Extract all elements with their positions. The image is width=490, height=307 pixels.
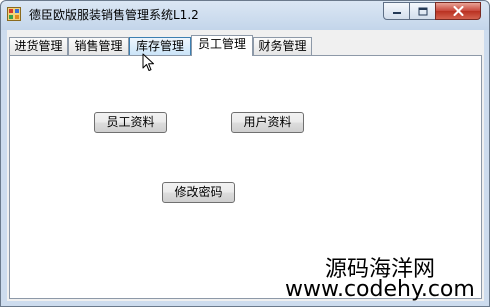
tab-sales[interactable]: 销售管理 — [68, 37, 129, 55]
maximize-button[interactable] — [409, 2, 436, 20]
employee-info-button[interactable]: 员工资料 — [94, 112, 167, 133]
watermark-line-2: www.codehy.com — [285, 277, 475, 302]
maximize-icon — [418, 7, 427, 15]
user-info-button[interactable]: 用户资料 — [231, 112, 304, 133]
minimize-button[interactable] — [383, 2, 410, 20]
tab-finance[interactable]: 财务管理 — [253, 37, 312, 55]
change-password-button[interactable]: 修改密码 — [162, 182, 235, 203]
tab-employee[interactable]: 员工管理 — [191, 35, 253, 56]
close-button[interactable] — [435, 2, 481, 20]
close-icon — [453, 6, 463, 16]
window-title: 德臣欧版服装销售管理系统L1.2 — [29, 8, 199, 22]
title-bar[interactable]: 德臣欧版服装销售管理系统L1.2 — [1, 1, 489, 29]
tab-purchase[interactable]: 进货管理 — [9, 37, 68, 55]
app-icon — [7, 7, 21, 21]
tab-inventory[interactable]: 库存管理 — [129, 37, 191, 55]
mouse-cursor-icon — [142, 53, 154, 71]
minimize-icon — [392, 12, 401, 14]
